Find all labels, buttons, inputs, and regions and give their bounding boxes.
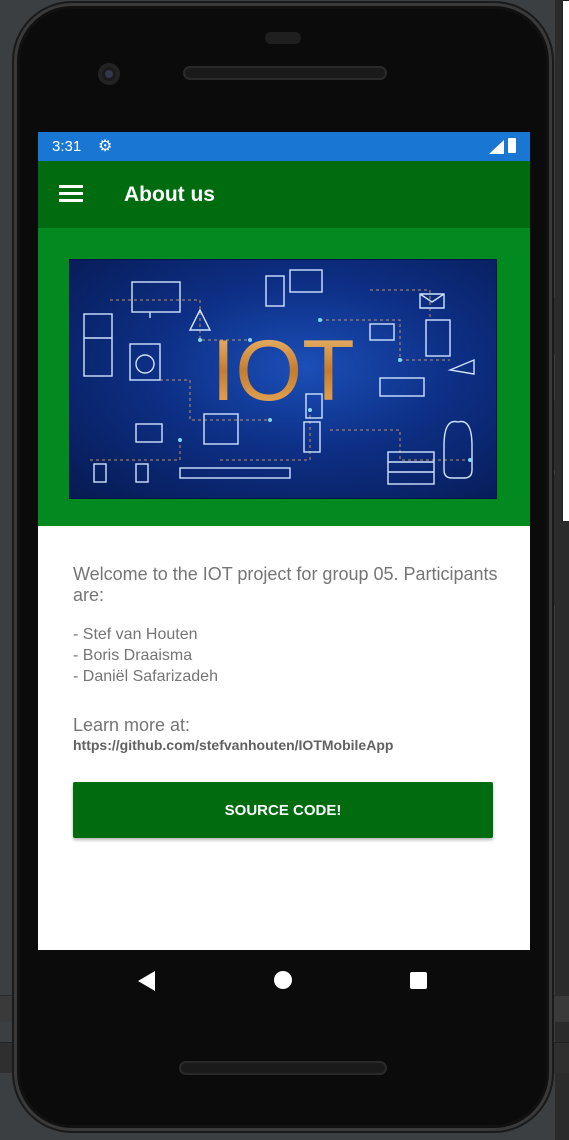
- gear-icon: ⚙: [98, 138, 113, 155]
- learn-more-label: Learn more at:: [73, 715, 191, 735]
- status-time: 3:31: [52, 138, 82, 155]
- front-camera: [98, 63, 120, 85]
- participants-list: - Stef van Houten - Boris Draaisma - Dan…: [73, 624, 218, 687]
- source-code-button[interactable]: SOURCE CODE!: [73, 782, 493, 838]
- phone-slit: [265, 32, 301, 44]
- welcome-text: Welcome to the IOT project for group 05.…: [73, 564, 498, 605]
- status-bar: 3:31 ⚙: [38, 132, 530, 161]
- home-icon[interactable]: [274, 971, 292, 989]
- participant-item: - Stef van Houten: [73, 626, 198, 643]
- signal-icon: [489, 140, 504, 154]
- iot-illustration: IOT: [83, 269, 475, 485]
- banner: IOT: [38, 228, 530, 526]
- navigation-bar: [38, 950, 530, 1012]
- repo-url: https://github.com/stefvanhouten/IOTMobi…: [73, 737, 394, 753]
- battery-icon: [508, 138, 516, 153]
- menu-icon[interactable]: [59, 185, 83, 203]
- app-bar: About us: [38, 161, 530, 228]
- bottom-speaker: [179, 1061, 387, 1075]
- back-icon[interactable]: [138, 971, 155, 991]
- recents-icon[interactable]: [410, 972, 427, 989]
- participant-item: - Boris Draaisma: [73, 647, 193, 664]
- page-title: About us: [124, 183, 215, 206]
- earpiece-speaker: [183, 66, 387, 80]
- device-screen: 3:31 ⚙ About us IOT Welcome to the IOT p…: [38, 132, 530, 950]
- participant-item: - Daniël Safarizadeh: [73, 668, 218, 685]
- phone-frame: 3:31 ⚙ About us IOT Welcome to the IOT p…: [14, 3, 552, 1131]
- ide-panel: [562, 0, 569, 522]
- iot-banner-image: IOT: [69, 259, 497, 499]
- iot-image-text: IOT: [211, 323, 354, 419]
